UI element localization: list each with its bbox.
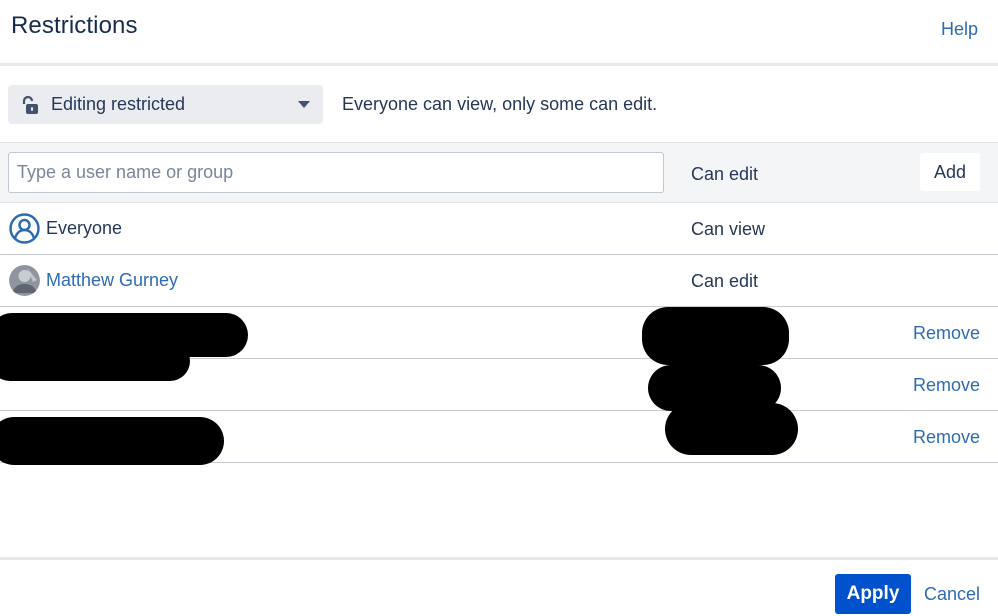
restriction-mode-description: Everyone can view, only some can edit. xyxy=(342,94,658,114)
restrictions-list: Everyone Can view Matthew Gurney Can edi… xyxy=(0,203,998,465)
redaction-mark xyxy=(0,417,224,465)
entry-permission: Can view xyxy=(691,219,766,239)
help-link[interactable]: Help xyxy=(941,19,978,40)
entry-permission: Can edit xyxy=(691,271,759,291)
group-icon xyxy=(9,213,40,244)
chevron-down-icon xyxy=(298,101,310,108)
cancel-button[interactable]: Cancel xyxy=(924,584,980,605)
remove-button[interactable]: Remove xyxy=(913,427,980,448)
list-item: Remove xyxy=(0,359,998,411)
lock-icon xyxy=(22,95,38,114)
list-item: Matthew Gurney Can edit xyxy=(0,255,998,307)
list-item: Remove xyxy=(0,403,998,465)
add-user-row: Can edit Add xyxy=(0,142,998,203)
redaction-mark xyxy=(665,403,798,455)
dialog-title: Restrictions xyxy=(11,12,138,39)
dialog-header: Restrictions Help xyxy=(0,0,998,64)
entry-name: Everyone xyxy=(46,218,123,238)
restriction-mode-select[interactable]: Editing restricted xyxy=(8,85,323,124)
restriction-mode-label: Editing restricted xyxy=(51,94,186,114)
list-item: Everyone Can view xyxy=(0,203,998,255)
remove-button[interactable]: Remove xyxy=(913,375,980,396)
user-avatar xyxy=(9,265,40,296)
restriction-mode-row: Editing restricted Everyone can view, on… xyxy=(0,66,998,142)
remove-button[interactable]: Remove xyxy=(913,323,980,344)
redaction-mark xyxy=(642,307,789,365)
entry-name-link[interactable]: Matthew Gurney xyxy=(46,270,178,291)
list-item: Remove xyxy=(0,307,998,381)
user-search-input[interactable] xyxy=(8,152,664,193)
permission-select[interactable]: Can edit xyxy=(691,164,758,185)
add-user-button[interactable]: Add xyxy=(920,153,980,191)
footer-divider xyxy=(0,557,998,560)
apply-button[interactable]: Apply xyxy=(835,574,911,614)
